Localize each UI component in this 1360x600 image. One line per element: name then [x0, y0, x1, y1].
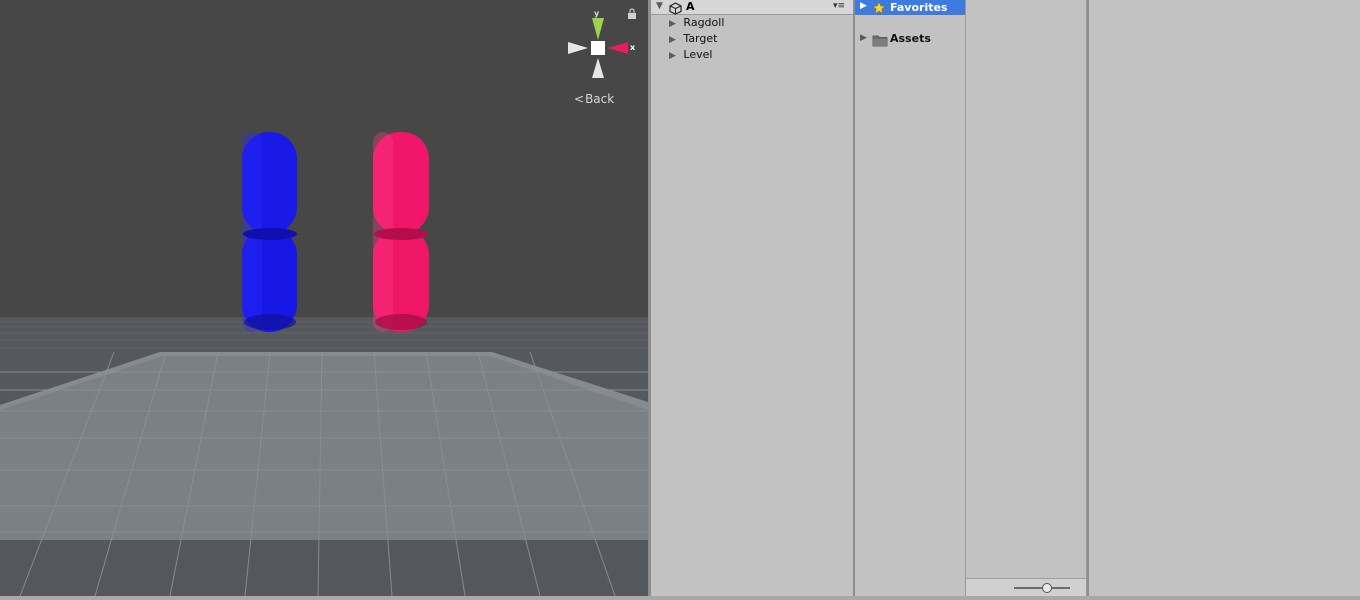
expand-arrow-icon[interactable]: ▶: [669, 19, 676, 29]
hierarchy-item-target[interactable]: ▶ Target: [669, 31, 717, 47]
star-icon: [872, 0, 886, 19]
project-folder-tree: ▶ Favorites ▶ Assets: [855, 0, 966, 596]
scene-viewport[interactable]: [0, 0, 648, 596]
assets-expand-arrow-icon[interactable]: ▶: [860, 33, 867, 43]
favorites-label: Favorites: [890, 1, 948, 14]
options-menu-icon[interactable]: ▾≡: [833, 1, 845, 11]
status-bar: [0, 596, 1360, 600]
lock-icon[interactable]: [627, 8, 637, 22]
back-chevron-icon: <: [574, 92, 585, 106]
project-contents[interactable]: [966, 0, 1087, 597]
hierarchy-panel: ▼ A ▾≡ ▶ Ragdoll ▶ Target ▶ Level: [651, 0, 854, 596]
hierarchy-item-label: Target: [683, 32, 718, 45]
favorites-expand-arrow-icon[interactable]: ▶: [860, 1, 867, 11]
project-footer: [966, 578, 1086, 597]
pink-target-capsules: [373, 132, 429, 332]
scene-name: A: [686, 0, 695, 13]
back-label: Back: [585, 92, 615, 106]
hierarchy-item-ragdoll[interactable]: ▶ Ragdoll: [669, 15, 724, 31]
assets-label: Assets: [890, 32, 931, 45]
ground-plane: [0, 352, 648, 540]
expand-arrow-icon[interactable]: ▶: [669, 35, 676, 45]
gizmo-y-label: y: [594, 9, 600, 18]
assets-row[interactable]: ▶ Assets: [855, 31, 965, 47]
scene-view[interactable]: y x < Back: [0, 0, 648, 596]
blue-ragdoll-capsules: [242, 132, 297, 332]
scene-foldout-arrow-icon[interactable]: ▼: [656, 1, 663, 11]
hierarchy-item-label: Ragdoll: [683, 16, 725, 29]
folder-icon: [872, 32, 888, 51]
expand-arrow-icon[interactable]: ▶: [669, 51, 676, 61]
icon-size-slider-thumb[interactable]: [1042, 583, 1052, 593]
gizmo-x-label: x: [630, 43, 636, 52]
favorites-row[interactable]: ▶ Favorites: [855, 0, 965, 15]
hierarchy-item-level[interactable]: ▶ Level: [669, 47, 712, 63]
hierarchy-scene-header[interactable]: ▼ A ▾≡: [651, 0, 853, 15]
hierarchy-item-label: Level: [683, 48, 713, 61]
inspector-panel: [1089, 0, 1360, 596]
gizmo-back-toggle[interactable]: < Back: [574, 91, 614, 107]
